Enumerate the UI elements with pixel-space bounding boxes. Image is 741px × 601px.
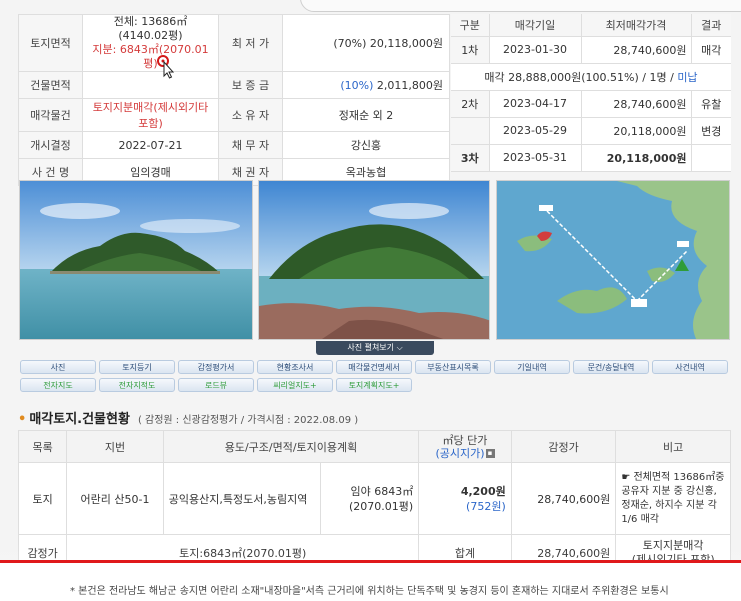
top-panel-edge xyxy=(300,0,741,12)
history-result-2: 유찰 xyxy=(691,90,731,118)
deposit-cell: (10%) 2,011,800원 xyxy=(282,71,450,99)
deposit-pct: (10%) xyxy=(340,79,374,92)
history-price-2: 28,740,600원 xyxy=(580,90,692,118)
tab-aerial-map[interactable]: 씨리얼지도+ xyxy=(257,378,333,392)
property-photo-1[interactable] xyxy=(19,180,253,340)
history-price-2b: 20,118,000원 xyxy=(580,117,692,145)
tab-land-registry[interactable]: 토지등기 xyxy=(99,360,175,374)
land-area-cell: 전체: 13686㎡(4140.02평) 지분: 6843㎡(2070.01평) xyxy=(82,14,219,72)
case-info-table: 토지면적 전체: 13686㎡(4140.02평) 지분: 6843㎡(2070… xyxy=(18,14,450,186)
row-area: 임야 6843㎡ (2070.01평) xyxy=(319,462,420,535)
row-area-2: (2070.01평) xyxy=(349,499,414,513)
history-result-1: 매각 xyxy=(691,36,731,64)
history-sale-note-text: 매각 28,888,000원(100.51%) / 1명 / xyxy=(484,70,678,84)
tab-status-report[interactable]: 현황조사서 xyxy=(257,360,333,374)
history-price-3: 20,118,000원 xyxy=(580,144,692,172)
owner-value: 정재순 외 2 xyxy=(282,98,450,132)
tab-sale-statement[interactable]: 매각물건명세서 xyxy=(336,360,412,374)
col-appraisal: 감정가 xyxy=(510,430,617,463)
history-result-3 xyxy=(691,144,731,172)
land-area-share: 지분: 6843㎡(2070.01평) xyxy=(92,43,209,70)
sale-item-value: 토지지분매각(제시외기타 포함) xyxy=(82,98,219,132)
decision-label: 개시결정 xyxy=(18,131,83,159)
tab-property-list[interactable]: 부동산표시목록 xyxy=(415,360,491,374)
land-building-table: 목록 지번 용도/구조/면적/토지이용계획 ㎡당 단가 (공시지가) ▪ 감정가 … xyxy=(17,430,731,571)
sale-item-label: 매각물건 xyxy=(18,98,83,132)
debtor-value: 강신홍 xyxy=(282,131,450,159)
section-title: • 매각토지.건물현황 ( 감정원 : 신광감정평가 / 가격시점 : 2022.0… xyxy=(18,408,358,427)
min-price-value: (70%) 20,118,000원 xyxy=(282,14,450,72)
building-area-value xyxy=(82,71,219,99)
total-note-1: 토지지분매각 xyxy=(642,538,704,552)
min-price-label: 최 저 가 xyxy=(218,14,283,72)
history-round-1: 1차 xyxy=(451,36,489,64)
history-header-date: 매각기일 xyxy=(488,14,582,37)
bullet-icon: • xyxy=(18,412,27,427)
footnote-text: * 본건은 전라남도 해남군 송지면 어란리 소재"내장마을"서측 근거리에 위… xyxy=(70,586,669,597)
tab-land-plan-map[interactable]: 토지계획지도+ xyxy=(336,378,412,392)
col-unit-price-sub-row: (공시지가) ▪ xyxy=(424,447,506,460)
info-icon[interactable]: ▪ xyxy=(485,449,495,458)
chevron-down-icon: ⌵ xyxy=(396,343,403,352)
land-area-label: 토지면적 xyxy=(18,14,83,72)
tab-document-delivery[interactable]: 문건/송달내역 xyxy=(573,360,649,374)
row-usage: 공익용산지,특정도서,농림지역 xyxy=(162,462,321,535)
col-lot: 지번 xyxy=(66,430,164,463)
history-sale-note: 매각 28,888,000원(100.51%) / 1명 / 미납 xyxy=(451,63,731,91)
history-result-2b: 변경 xyxy=(691,117,731,145)
red-divider-line xyxy=(0,560,741,563)
section-title-text: 매각토지.건물현황 xyxy=(29,412,130,427)
property-map-image[interactable] xyxy=(496,180,730,340)
property-photo-2[interactable] xyxy=(258,180,490,340)
tab-road-view[interactable]: 로드뷰 xyxy=(178,378,254,392)
section-subtitle: ( 감정원 : 신광감정평가 / 가격시점 : 2022.08.09 ) xyxy=(137,415,359,426)
history-price-1: 28,740,600원 xyxy=(580,36,692,64)
row-item: 토지 xyxy=(17,462,68,535)
gallery-expand-button[interactable]: 사진 펼쳐보기 ⌵ xyxy=(316,341,434,355)
row-appraisal: 28,740,600원 xyxy=(510,462,617,535)
debtor-label: 채 무 자 xyxy=(218,131,283,159)
history-header-round: 구분 xyxy=(451,14,489,37)
history-round-3: 3차 xyxy=(451,144,489,172)
building-area-label: 건물면적 xyxy=(18,71,83,99)
history-round-2: 2차 xyxy=(451,90,489,118)
col-unit-price-label: ㎡당 단가 xyxy=(442,433,488,447)
history-date-2b: 2023-05-29 xyxy=(488,117,582,145)
history-header-price: 최저매각가격 xyxy=(580,14,692,37)
tab-cadastral-map[interactable]: 전자지적도 xyxy=(99,378,175,392)
row-unit-price: 4,200원 (752원) xyxy=(418,462,512,535)
mouse-cursor-icon xyxy=(157,55,177,82)
col-item: 목록 xyxy=(17,430,68,463)
tab-e-map[interactable]: 전자지도 xyxy=(20,378,96,392)
owner-label: 소 유 자 xyxy=(218,98,283,132)
row-public-price: (752원) xyxy=(466,499,506,513)
history-date-3: 2023-05-31 xyxy=(488,144,582,172)
col-unit-price: ㎡당 단가 (공시지가) ▪ xyxy=(418,430,512,463)
deposit-value: 2,011,800원 xyxy=(376,79,443,92)
decision-value: 2022-07-21 xyxy=(82,131,219,159)
history-date-2: 2023-04-17 xyxy=(488,90,582,118)
history-header-result: 결과 xyxy=(691,14,731,37)
land-area-total: 전체: 13686㎡(4140.02평) xyxy=(113,15,188,42)
history-unpaid-link[interactable]: 미납 xyxy=(677,71,697,84)
col-unit-price-sub: (공시지가) xyxy=(435,446,485,460)
history-date-1: 2023-01-30 xyxy=(488,36,582,64)
tab-case-history[interactable]: 사건내역 xyxy=(652,360,728,374)
table-row: 토지 어란리 산50-1 공익용산지,특정도서,농림지역 임야 6843㎡ (2… xyxy=(17,462,731,535)
row-area-1: 임야 6843㎡ xyxy=(350,484,414,498)
deposit-label: 보 증 금 xyxy=(218,71,283,99)
history-round-2b xyxy=(451,117,489,145)
col-usage: 용도/구조/면적/토지이용계획 xyxy=(162,430,420,463)
gallery-expand-label: 사진 펼쳐보기 xyxy=(347,343,395,352)
tab-appraisal[interactable]: 감정평가서 xyxy=(178,360,254,374)
tab-date-history[interactable]: 기일내역 xyxy=(494,360,570,374)
sale-history-table: 구분 매각기일 최저매각가격 결과 1차 2023-01-30 28,740,6… xyxy=(451,14,731,172)
col-note: 비고 xyxy=(615,430,731,463)
tab-photos[interactable]: 사진 xyxy=(20,360,96,374)
row-unit-price-value: 4,200원 xyxy=(460,484,506,498)
row-note: ☛ 전체면적 13686㎡중 공유자 지분 중 강신홍, 정재순, 하지수 지분… xyxy=(615,462,731,535)
row-lot: 어란리 산50-1 xyxy=(66,462,164,535)
